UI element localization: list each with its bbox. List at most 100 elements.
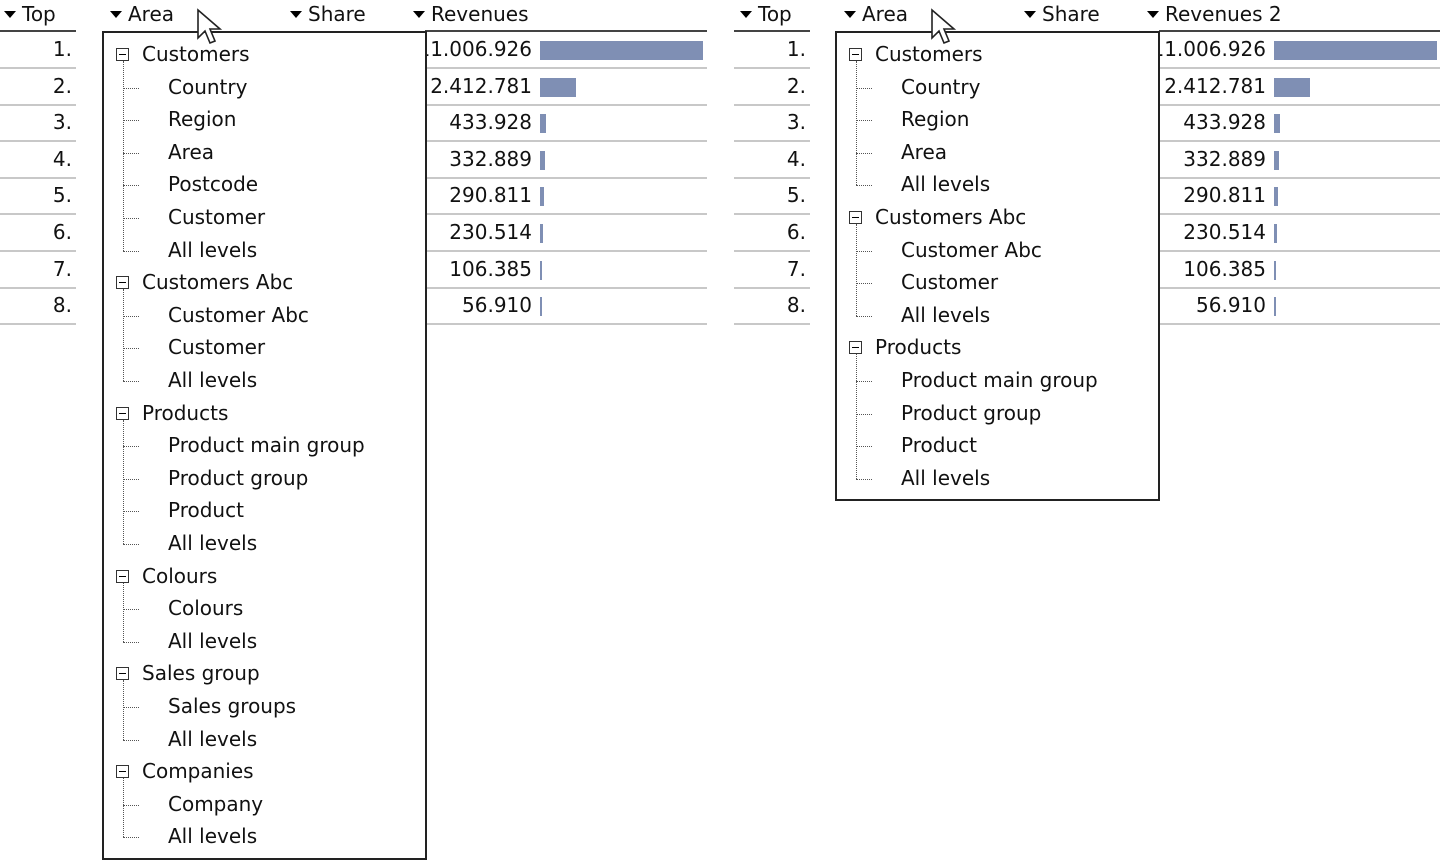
row-divider bbox=[1159, 323, 1440, 326]
right-share-header[interactable]: Share bbox=[1024, 0, 1100, 30]
tree-group-products[interactable]: Products bbox=[875, 332, 961, 364]
header-label: Share bbox=[1042, 2, 1100, 26]
tree-connector bbox=[123, 707, 139, 708]
tree-group-colours[interactable]: Colours bbox=[142, 561, 217, 593]
left-revenues-header[interactable]: Revenues bbox=[413, 0, 529, 30]
header-label: Revenues bbox=[431, 2, 529, 26]
rank-cell: 5. bbox=[786, 183, 806, 208]
revenue-bar bbox=[1274, 224, 1277, 243]
tree-item[interactable]: All levels bbox=[168, 235, 257, 267]
rank-cell: 8. bbox=[786, 293, 806, 318]
tree-item[interactable]: Company bbox=[168, 789, 263, 821]
tree-group-customers[interactable]: Customers bbox=[875, 39, 983, 71]
tree-connector bbox=[856, 446, 872, 448]
tree-group-products[interactable]: Products bbox=[142, 398, 228, 430]
tree-connector bbox=[856, 87, 872, 89]
dropdown-arrow-icon bbox=[110, 10, 122, 18]
rank-cell: 6. bbox=[786, 220, 806, 244]
left-area-dropdown[interactable]: Customers Country Region Area Postcode Custom… bbox=[102, 31, 427, 860]
tree-group-companies[interactable]: Companies bbox=[142, 756, 254, 788]
revenue-bar bbox=[540, 260, 542, 280]
tree-item[interactable]: Sales groups bbox=[168, 691, 296, 723]
collapse-toggle-icon[interactable] bbox=[116, 48, 129, 61]
revenue-bar bbox=[540, 297, 542, 317]
header-label: Area bbox=[128, 2, 175, 26]
collapse-toggle-icon[interactable] bbox=[849, 48, 862, 61]
rank-cell: 1. bbox=[786, 37, 806, 61]
dropdown-arrow-icon bbox=[844, 10, 856, 18]
right-area-header[interactable]: Area bbox=[844, 0, 908, 30]
header-label: Share bbox=[308, 2, 366, 26]
right-revenues-header[interactable]: Revenues 2 bbox=[1147, 0, 1282, 30]
tree-connector bbox=[856, 413, 872, 415]
tree-item[interactable]: Customer bbox=[168, 332, 265, 364]
rank-cell: 4. bbox=[52, 146, 72, 171]
tree-connector bbox=[123, 315, 139, 317]
tree-item[interactable]: All levels bbox=[168, 528, 257, 560]
tree-item[interactable]: All levels bbox=[168, 821, 257, 853]
tree-item[interactable]: Country bbox=[168, 72, 247, 104]
collapse-toggle-icon[interactable] bbox=[849, 211, 862, 224]
tree-item[interactable]: Product group bbox=[168, 463, 308, 495]
tree-item[interactable]: Region bbox=[901, 104, 969, 136]
header-label: Top bbox=[22, 2, 56, 26]
revenue-bar bbox=[540, 41, 703, 60]
tree-item[interactable]: Product bbox=[168, 495, 244, 527]
dropdown-arrow-icon bbox=[290, 10, 302, 18]
right-top-header[interactable]: Top bbox=[740, 0, 792, 30]
tree-connector bbox=[856, 61, 857, 186]
collapse-toggle-icon[interactable] bbox=[116, 406, 129, 420]
revenue-bar bbox=[540, 224, 543, 243]
revenue-bar bbox=[540, 150, 545, 170]
tree-item[interactable]: Product group bbox=[901, 398, 1041, 430]
tree-group-sales-group[interactable]: Sales group bbox=[142, 658, 260, 690]
tree-item[interactable]: Customer Abc bbox=[168, 300, 309, 332]
tree-item[interactable]: All levels bbox=[168, 365, 257, 397]
right-area-dropdown[interactable]: Customers Country Region Area All levels Cust… bbox=[835, 31, 1160, 501]
revenue-bar bbox=[1274, 114, 1280, 134]
tree-item[interactable]: Postcode bbox=[168, 169, 258, 201]
header-label: Area bbox=[862, 2, 909, 26]
tree-connector bbox=[123, 250, 139, 252]
dropdown-arrow-icon bbox=[740, 10, 752, 18]
tree-connector bbox=[123, 61, 124, 251]
collapse-toggle-icon[interactable] bbox=[849, 341, 862, 355]
tree-connector bbox=[123, 511, 139, 513]
tree-item[interactable]: All levels bbox=[168, 626, 257, 658]
tree-connector bbox=[123, 152, 139, 154]
collapse-toggle-icon[interactable] bbox=[116, 569, 129, 583]
tree-item[interactable]: Customer Abc bbox=[901, 235, 1042, 267]
tree-item[interactable]: Product main group bbox=[901, 365, 1098, 397]
collapse-toggle-icon[interactable] bbox=[116, 667, 129, 681]
tree-connector bbox=[856, 381, 872, 382]
tree-item[interactable]: Country bbox=[901, 72, 980, 104]
rank-cell: 6. bbox=[52, 220, 72, 244]
tree-group-customers-abc[interactable]: Customers Abc bbox=[875, 202, 1026, 234]
tree-item[interactable]: All levels bbox=[901, 300, 990, 332]
tree-item[interactable]: Area bbox=[901, 137, 947, 169]
tree-item[interactable]: Customer bbox=[168, 202, 265, 234]
left-top-header[interactable]: Top bbox=[4, 0, 56, 30]
tree-item[interactable]: Region bbox=[168, 104, 236, 136]
tree-item[interactable]: Area bbox=[168, 137, 214, 169]
tree-group-customers-abc[interactable]: Customers Abc bbox=[142, 267, 293, 299]
rank-cell: 1. bbox=[52, 37, 72, 61]
left-share-header[interactable]: Share bbox=[290, 0, 366, 30]
tree-connector bbox=[123, 87, 139, 89]
tree-item[interactable]: Colours bbox=[168, 593, 243, 625]
tree-connector bbox=[856, 152, 872, 154]
rank-cell: 5. bbox=[52, 183, 72, 208]
revenue-bar bbox=[540, 77, 576, 97]
tree-item[interactable]: Customer bbox=[901, 267, 998, 299]
collapse-toggle-icon[interactable] bbox=[116, 276, 129, 290]
tree-item[interactable]: Product bbox=[901, 430, 977, 462]
tree-item[interactable]: All levels bbox=[168, 724, 257, 756]
collapse-toggle-icon[interactable] bbox=[116, 765, 129, 779]
tree-item[interactable]: All levels bbox=[901, 169, 990, 201]
tree-connector bbox=[123, 381, 139, 382]
tree-item[interactable]: Product main group bbox=[168, 430, 365, 462]
left-area-header[interactable]: Area bbox=[110, 0, 174, 30]
tree-item[interactable]: All levels bbox=[901, 463, 990, 495]
header-divider bbox=[425, 30, 707, 32]
header-divider bbox=[1159, 30, 1440, 32]
